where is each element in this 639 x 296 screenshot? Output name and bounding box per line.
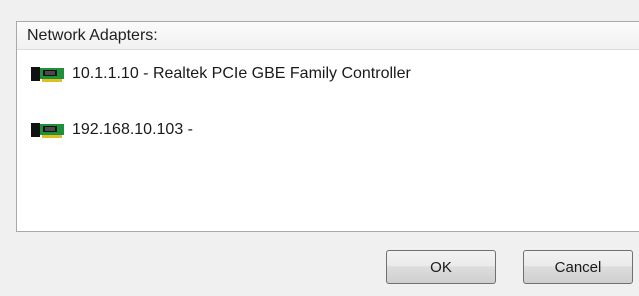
network-adapters-dialog: Network Adapters: 10.1.1.10 - Realtek PC… bbox=[0, 0, 639, 296]
list-header: Network Adapters: bbox=[17, 22, 639, 50]
ok-button[interactable]: OK bbox=[386, 250, 496, 284]
cancel-button[interactable]: Cancel bbox=[523, 250, 633, 284]
network-adapters-list[interactable]: Network Adapters: 10.1.1.10 - Realtek PC… bbox=[16, 21, 639, 232]
adapter-item[interactable]: 10.1.1.10 - Realtek PCIe GBE Family Cont… bbox=[31, 62, 411, 86]
adapter-label: 192.168.10.103 - bbox=[72, 121, 193, 138]
adapter-label: 10.1.1.10 - Realtek PCIe GBE Family Cont… bbox=[72, 65, 411, 82]
adapter-item[interactable]: 192.168.10.103 - bbox=[31, 118, 193, 142]
network-card-icon bbox=[31, 66, 64, 82]
network-card-icon bbox=[31, 122, 64, 138]
